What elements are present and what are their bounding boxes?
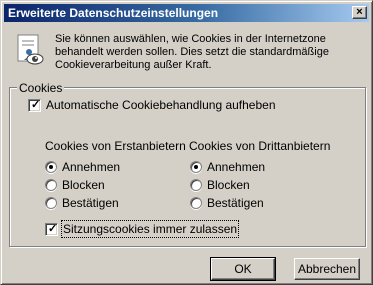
checkmark-icon: ✓ [31,98,41,111]
radio-circle[interactable] [45,161,57,173]
first-party-accept-label: Annehmen [62,160,121,174]
cookies-group-legend: Cookies [17,81,65,95]
third-party-prompt-radio[interactable]: Bestätigen [190,196,264,210]
privacy-settings-dialog: Erweiterte Datenschutzeinstellungen × Si… [0,0,373,285]
radio-circle[interactable] [190,179,202,191]
privacy-settings-icon [17,34,44,65]
first-party-prompt-label: Bestätigen [62,196,119,210]
third-party-accept-label: Annehmen [207,160,266,174]
first-party-prompt-radio[interactable]: Bestätigen [45,196,119,210]
first-party-block-label: Blocken [62,178,105,192]
title-bar[interactable]: Erweiterte Datenschutzeinstellungen × [4,4,369,22]
radio-circle[interactable] [45,179,57,191]
radio-circle[interactable] [45,197,57,209]
override-cookie-handling-checkbox[interactable]: ✓ Automatische Cookiebehandlung aufheben [28,98,276,112]
first-party-header: Cookies von Erstanbietern [45,139,186,153]
third-party-header: Cookies von Drittanbietern [189,139,331,153]
window-title: Erweiterte Datenschutzeinstellungen [8,6,219,20]
radio-circle[interactable] [190,161,202,173]
checkbox-box[interactable]: ✓ [28,98,41,112]
third-party-prompt-label: Bestätigen [207,196,264,210]
override-cookie-handling-label: Automatische Cookiebehandlung aufheben [46,98,276,112]
radio-selected-dot [194,165,198,169]
intro-description: Sie können auswählen, wie Cookies in der… [55,33,329,71]
checkmark-icon: ✓ [48,222,58,235]
third-party-block-radio[interactable]: Blocken [190,178,250,192]
first-party-block-radio[interactable]: Blocken [45,178,105,192]
radio-circle[interactable] [190,197,202,209]
third-party-accept-radio[interactable]: Annehmen [190,160,265,174]
first-party-accept-radio[interactable]: Annehmen [45,160,120,174]
session-cookies-checkbox[interactable]: ✓ Sitzungscookies immer zulassen [45,220,240,238]
close-icon: × [356,6,363,18]
checkbox-box[interactable]: ✓ [45,222,58,236]
cancel-button[interactable]: Abbrechen [294,258,360,280]
third-party-block-label: Blocken [207,178,250,192]
radio-selected-dot [49,165,53,169]
ok-button[interactable]: OK [210,257,276,281]
session-cookies-label: Sitzungscookies immer zulassen [60,220,240,238]
close-button[interactable]: × [352,6,367,19]
